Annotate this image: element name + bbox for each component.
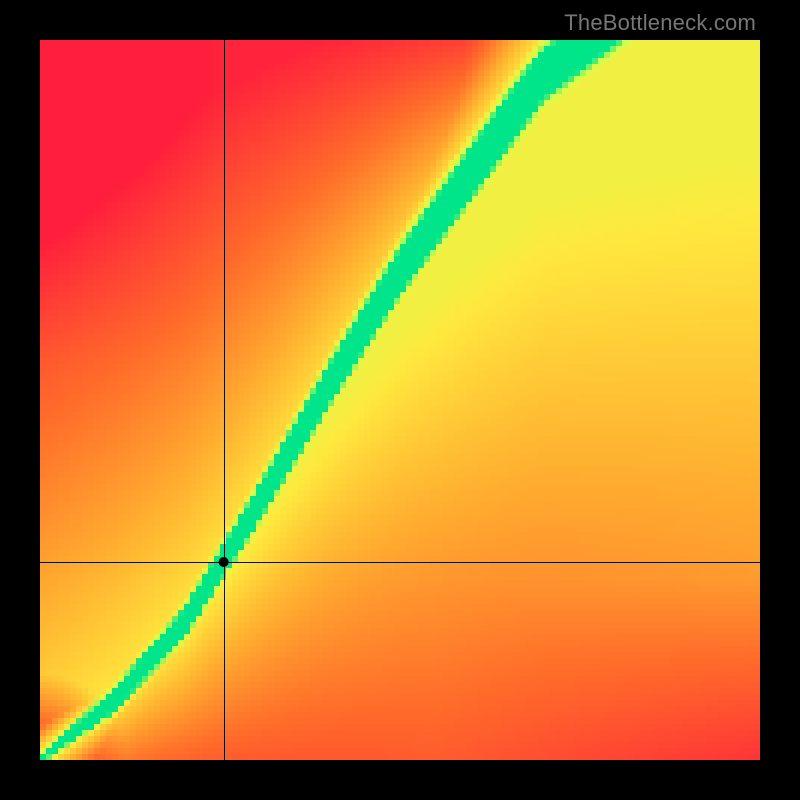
overlay-canvas: [40, 40, 760, 760]
plot-area: [40, 40, 760, 760]
watermark-text: TheBottleneck.com: [564, 10, 756, 36]
chart-frame: TheBottleneck.com: [0, 0, 800, 800]
